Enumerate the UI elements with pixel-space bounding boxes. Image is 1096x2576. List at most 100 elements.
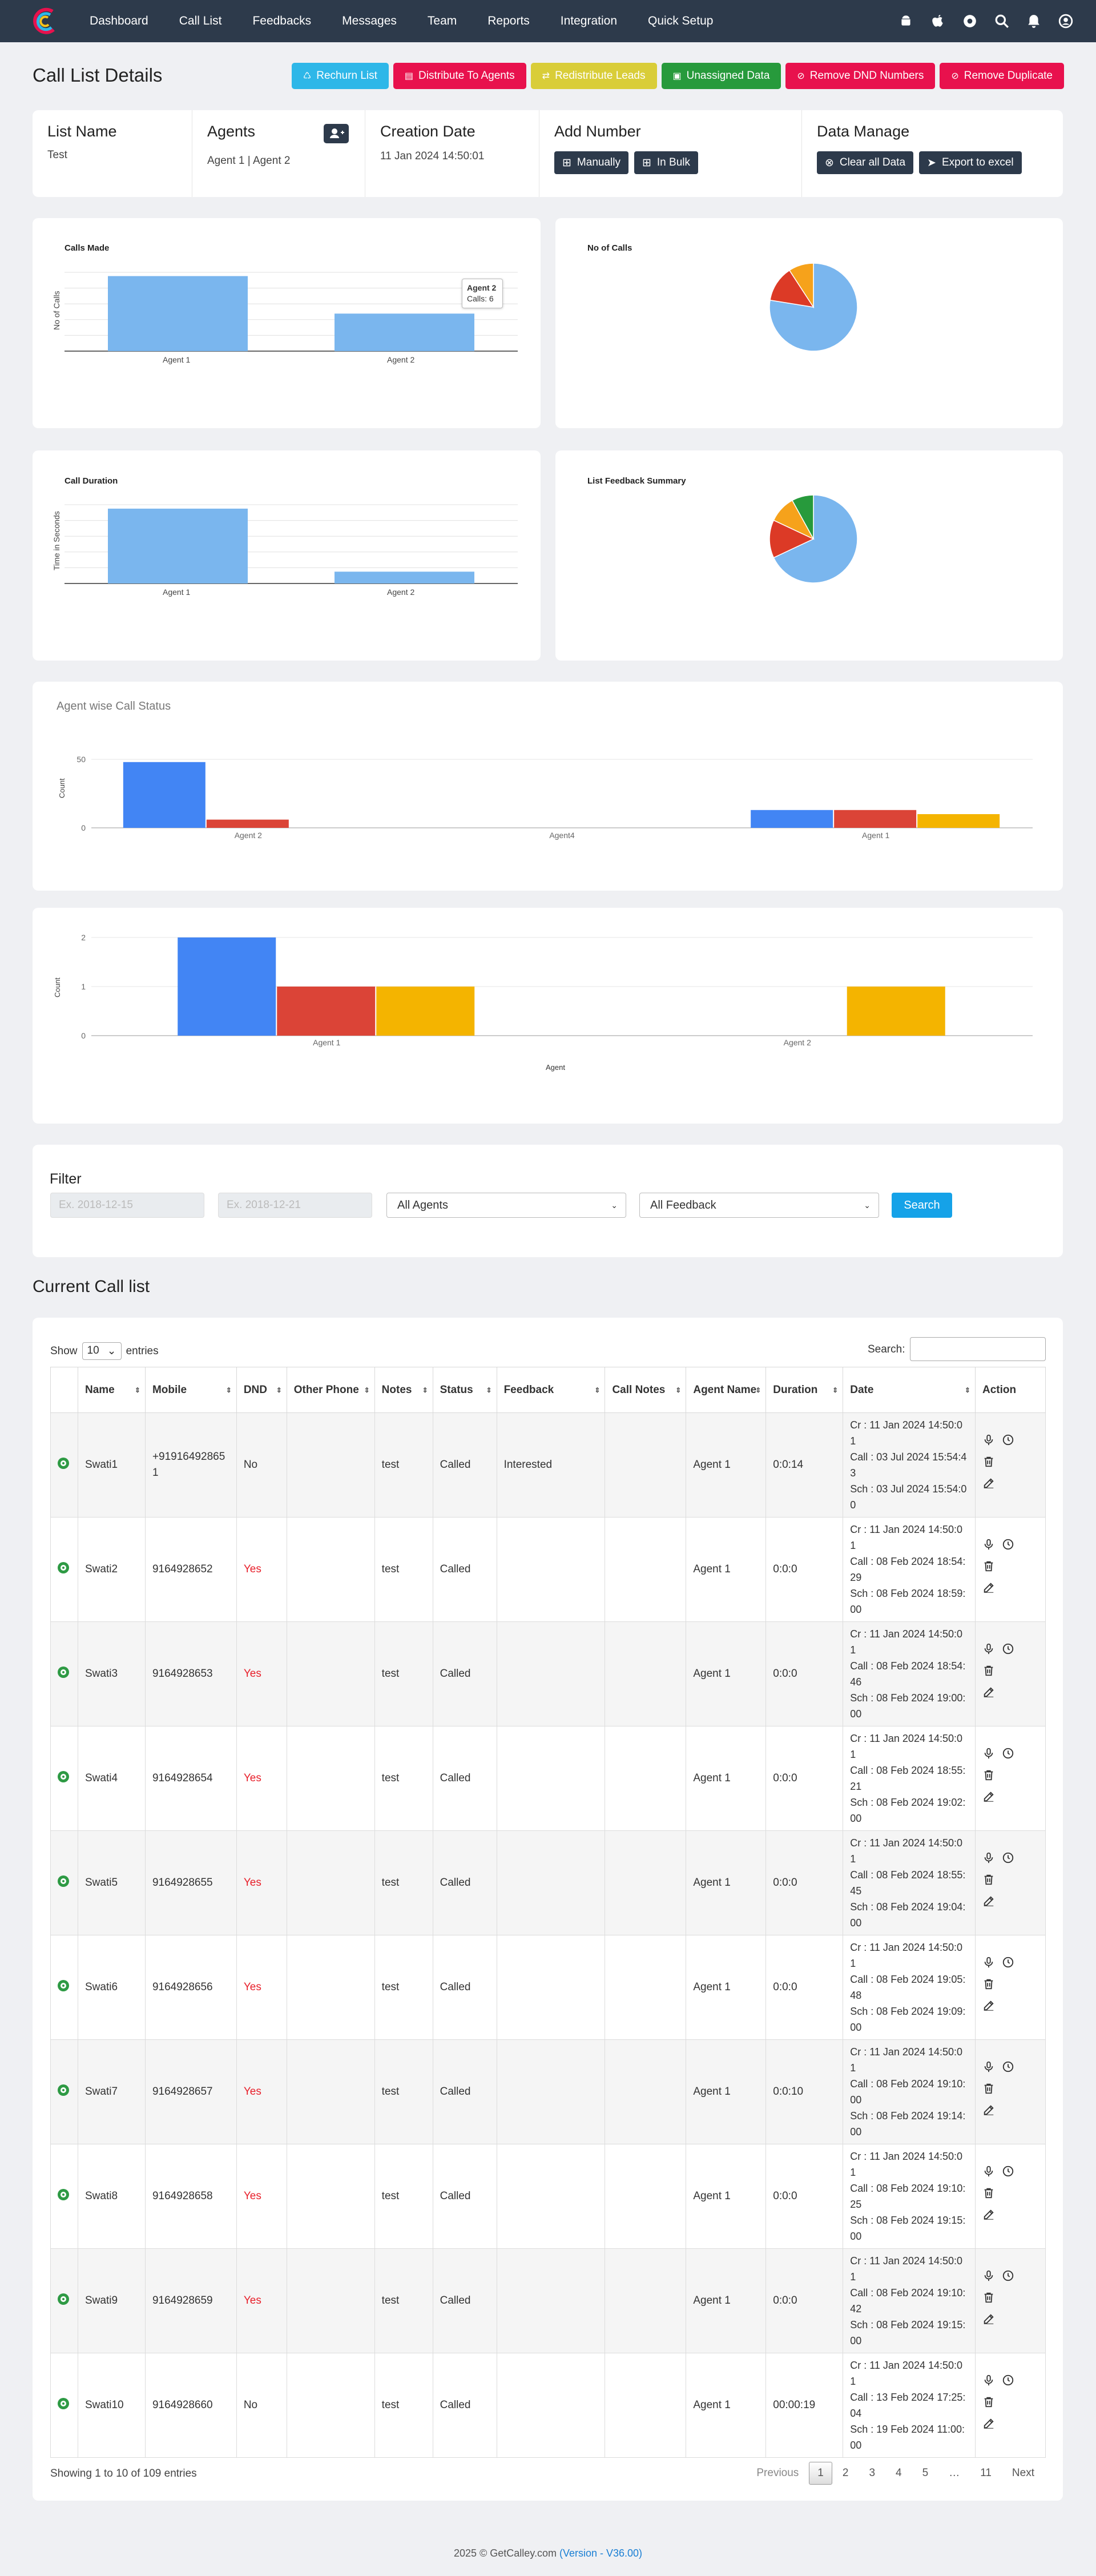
add-bulk-button[interactable]: ⊞ In Bulk (634, 151, 698, 174)
clear-all-data-button[interactable]: ⊗ Clear all Data (817, 151, 914, 174)
nav-dashboard[interactable]: Dashboard (90, 14, 148, 28)
expand-icon[interactable] (58, 1875, 69, 1887)
nav-feedbacks[interactable]: Feedbacks (252, 14, 311, 28)
col-dnd[interactable]: DND ⇕ (236, 1367, 287, 1413)
bar[interactable] (108, 276, 248, 351)
bar[interactable] (335, 313, 474, 351)
clock-icon[interactable] (1002, 2164, 1014, 2177)
clock-icon[interactable] (1002, 2059, 1014, 2072)
mic-icon[interactable] (982, 2164, 995, 2177)
mic-icon[interactable] (982, 1850, 995, 1863)
row-expand[interactable] (50, 2039, 78, 2144)
clock-icon[interactable] (1002, 1955, 1014, 1968)
nav-messages[interactable]: Messages (342, 14, 397, 28)
trash-icon[interactable] (982, 1872, 995, 1885)
trash-icon[interactable] (982, 2394, 995, 2408)
unassigned-data-button[interactable]: ▣ Unassigned Data (661, 63, 781, 89)
clock-icon[interactable] (1002, 1537, 1014, 1550)
row-expand[interactable] (50, 1412, 78, 1518)
trash-icon[interactable] (982, 2185, 995, 2199)
clock-icon[interactable] (1002, 1850, 1014, 1863)
expand-icon[interactable] (58, 1562, 69, 1573)
row-expand[interactable] (50, 1935, 78, 2040)
nav-team[interactable]: Team (428, 14, 457, 28)
trash-icon[interactable] (982, 1559, 995, 1572)
clock-icon[interactable] (1002, 1432, 1014, 1446)
nav-call-list[interactable]: Call List (179, 14, 222, 28)
nav-integration[interactable]: Integration (561, 14, 617, 28)
edit-icon[interactable] (982, 1894, 995, 1906)
row-expand[interactable] (50, 2248, 78, 2353)
page-4-button[interactable]: 4 (885, 2467, 912, 2480)
edit-icon[interactable] (982, 2416, 995, 2429)
row-expand[interactable] (50, 2144, 78, 2249)
col-other-phone[interactable]: Other Phone ⇕ (286, 1367, 375, 1413)
mic-icon[interactable] (982, 2268, 995, 2281)
col-mobile[interactable]: Mobile ⇕ (144, 1367, 237, 1413)
mic-icon[interactable] (982, 1641, 995, 1655)
row-expand[interactable] (50, 1517, 78, 1622)
nav-reports[interactable]: Reports (487, 14, 530, 28)
trash-icon[interactable] (982, 2081, 995, 2094)
col-feedback[interactable]: Feedback ⇕ (496, 1367, 606, 1413)
trash-icon[interactable] (982, 1977, 995, 1990)
prev-page-button[interactable]: Previous (746, 2467, 809, 2480)
bar[interactable] (123, 762, 206, 828)
search-icon[interactable] (994, 14, 1009, 29)
mic-icon[interactable] (982, 2059, 995, 2072)
edit-icon[interactable] (982, 1476, 995, 1488)
page-1-button[interactable]: 1 (809, 2462, 832, 2485)
end-date-input[interactable]: Ex. 2018-12-21 (218, 1193, 372, 1218)
distribute-agents-button[interactable]: ▤ Distribute To Agents (393, 63, 526, 89)
expand-icon[interactable] (58, 1771, 69, 1782)
page-3-button[interactable]: 3 (859, 2467, 885, 2480)
mic-icon[interactable] (982, 1537, 995, 1550)
bar[interactable] (206, 819, 289, 828)
bar[interactable] (917, 814, 1000, 828)
col-duration[interactable]: Duration ⇕ (765, 1367, 844, 1413)
col-call-notes[interactable]: Call Notes ⇕ (605, 1367, 687, 1413)
col-status[interactable]: Status ⇕ (432, 1367, 497, 1413)
agents-select[interactable]: All Agents ⌄ (386, 1193, 626, 1218)
mic-icon[interactable] (982, 1432, 995, 1446)
bar[interactable] (108, 508, 248, 583)
clock-icon[interactable] (1002, 1641, 1014, 1655)
export-excel-button[interactable]: ➤ Export to excel (919, 151, 1022, 174)
clock-icon[interactable] (1002, 1746, 1014, 1759)
edit-icon[interactable] (982, 2207, 995, 2220)
android-icon[interactable] (898, 14, 913, 29)
entries-select[interactable]: 10 ⌄ (82, 1342, 122, 1360)
mic-icon[interactable] (982, 1955, 995, 1968)
expand-icon[interactable] (58, 2398, 69, 2409)
redistribute-leads-button[interactable]: ⇄ Redistribute Leads (530, 63, 657, 89)
page-5-button[interactable]: 5 (912, 2467, 939, 2480)
row-expand[interactable] (50, 1830, 78, 1935)
rechurn-list-button[interactable]: ♺ Rechurn List (291, 63, 389, 89)
trash-icon[interactable] (982, 1454, 995, 1467)
app-logo[interactable] (30, 7, 58, 35)
feedback-select[interactable]: All Feedback ⌄ (639, 1193, 879, 1218)
next-page-button[interactable]: Next (1002, 2467, 1045, 2480)
expand-icon[interactable] (58, 1980, 69, 1991)
page-2-button[interactable]: 2 (832, 2467, 859, 2480)
remove-duplicate-button[interactable]: ⊘ Remove Duplicate (940, 63, 1064, 89)
help-icon[interactable] (962, 14, 977, 29)
edit-icon[interactable] (982, 1685, 995, 1697)
edit-icon[interactable] (982, 1998, 995, 2011)
bar[interactable] (277, 987, 376, 1036)
version-link[interactable]: (Version - V36.00) (559, 2547, 642, 2559)
edit-icon[interactable] (982, 2312, 995, 2324)
expand-icon[interactable] (58, 1667, 69, 1678)
bell-icon[interactable] (1026, 14, 1041, 29)
row-expand[interactable] (50, 2353, 78, 2458)
col-notes[interactable]: Notes ⇕ (374, 1367, 433, 1413)
add-agent-button[interactable] (324, 124, 349, 143)
trash-icon[interactable] (982, 1663, 995, 1676)
clock-icon[interactable] (1002, 2268, 1014, 2281)
table-search-input[interactable] (910, 1337, 1046, 1361)
add-manually-button[interactable]: ⊞ Manually (554, 151, 628, 174)
col-agent-name[interactable]: Agent Name ⇕ (686, 1367, 767, 1413)
user-icon[interactable] (1058, 14, 1073, 29)
mic-icon[interactable] (982, 1746, 995, 1759)
bar[interactable] (178, 937, 276, 1036)
